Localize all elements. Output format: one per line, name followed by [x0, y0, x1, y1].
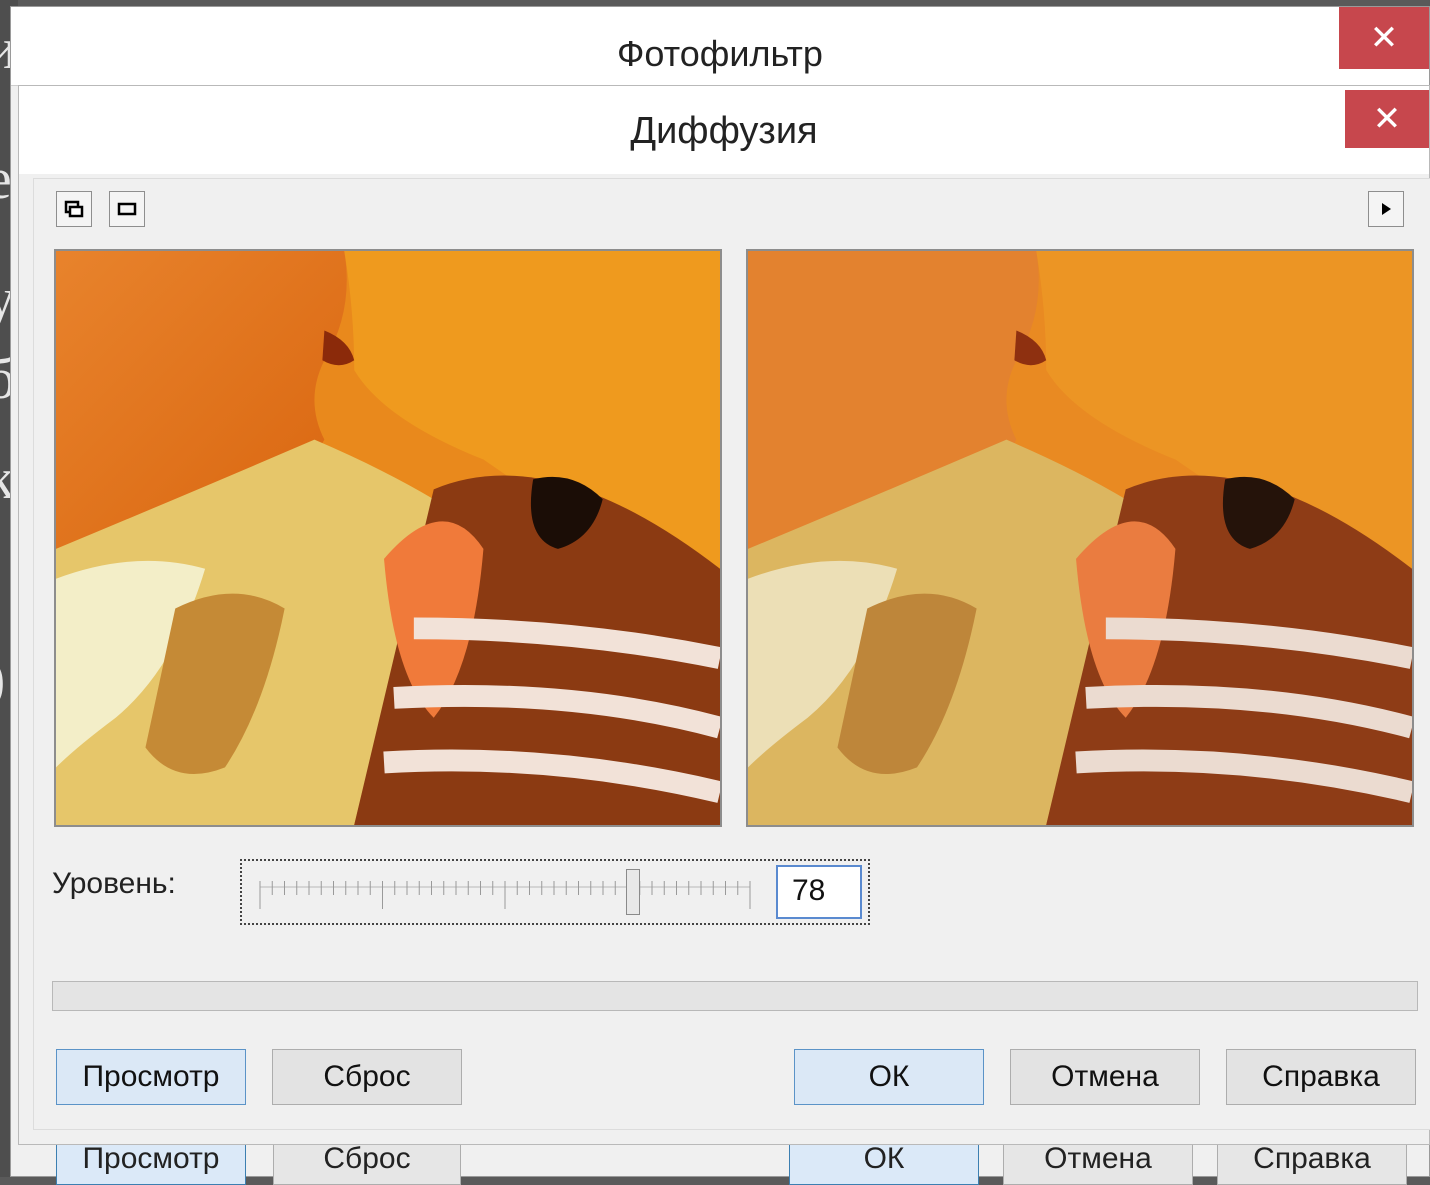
preview-button[interactable]: Просмотр — [56, 1049, 246, 1105]
level-label: Уровень: — [52, 867, 176, 900]
cancel-button[interactable]: Отмена — [1010, 1049, 1200, 1105]
original-photo — [56, 251, 720, 825]
split-view-icon — [64, 200, 84, 218]
diffusion-title: Диффузия — [630, 110, 818, 152]
progress-bar — [52, 981, 1418, 1011]
original-preview[interactable] — [54, 249, 722, 827]
ok-button[interactable]: ОК — [794, 1049, 984, 1105]
result-photo — [748, 251, 1412, 825]
slider-track — [259, 881, 751, 909]
dialog-content: Уровень: 78 Просмотр Сброс ОК Отмена Спр… — [33, 178, 1430, 1130]
level-value-input[interactable]: 78 — [776, 865, 862, 919]
reset-button[interactable]: Сброс — [272, 1049, 462, 1105]
photofilter-titlebar: Фотофильтр — [11, 7, 1429, 86]
photofilter-close-button[interactable]: ✕ — [1339, 7, 1429, 69]
split-view-button[interactable] — [56, 191, 92, 227]
play-arrow-icon — [1382, 203, 1391, 215]
diffusion-close-button[interactable]: ✕ — [1345, 90, 1429, 148]
slider-thumb[interactable] — [626, 869, 641, 915]
help-button[interactable]: Справка — [1226, 1049, 1416, 1105]
single-view-button[interactable] — [109, 191, 145, 227]
single-view-icon — [117, 202, 137, 216]
diffusion-dialog: Диффузия ✕ Уровень: 78 Просмотр Сброс ОК… — [18, 85, 1430, 1145]
result-preview[interactable] — [746, 249, 1414, 827]
photofilter-title: Фотофильтр — [617, 33, 823, 74]
options-menu-button[interactable] — [1368, 191, 1404, 227]
diffusion-titlebar: Диффузия — [19, 86, 1429, 174]
